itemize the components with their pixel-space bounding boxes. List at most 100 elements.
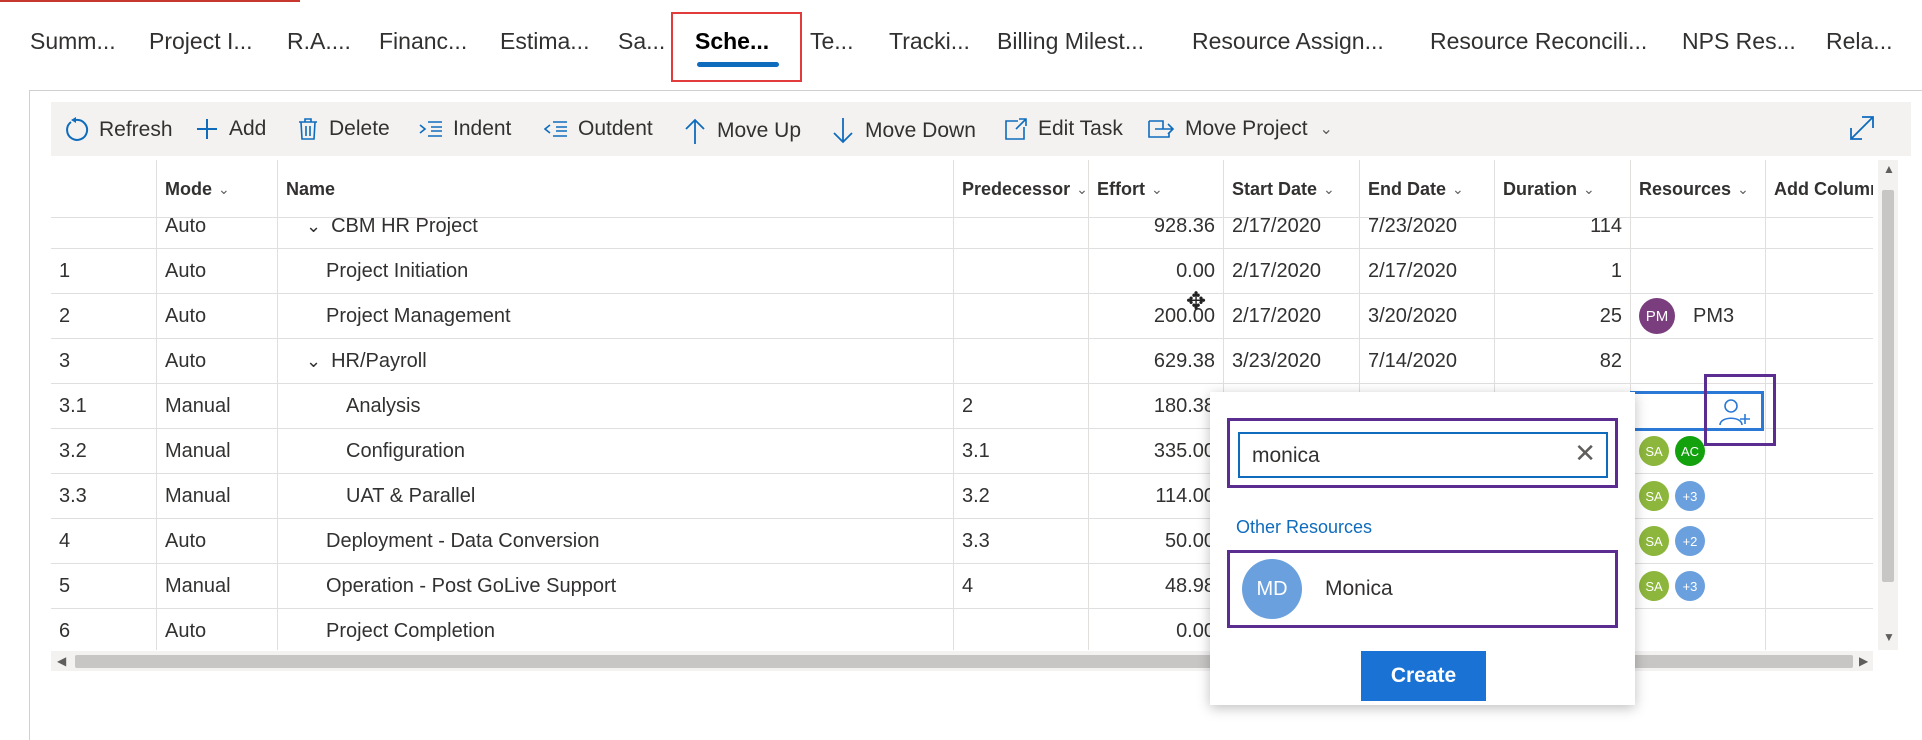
id-cell[interactable]: 3.3 [51, 474, 157, 518]
addcol-cell[interactable] [1766, 609, 1873, 650]
name-cell[interactable]: Analysis [278, 384, 954, 428]
pred-cell[interactable] [954, 609, 1089, 650]
mode-cell[interactable]: Auto [157, 609, 278, 650]
tab-10[interactable]: Resource Assign... [1192, 28, 1384, 55]
tab-0[interactable]: Summ... [30, 28, 116, 55]
pred-cell[interactable] [954, 294, 1089, 338]
res-cell[interactable]: SA +2 [1631, 519, 1766, 563]
outdent-button[interactable]: Outdent [544, 117, 653, 141]
end-cell[interactable]: 7/14/2020 [1360, 339, 1495, 383]
id-cell[interactable]: 3 [51, 339, 157, 383]
end-cell[interactable]: 3/20/2020 [1360, 294, 1495, 338]
tab-3[interactable]: Financ... [379, 28, 467, 55]
effort-cell[interactable]: 114.00 [1089, 474, 1224, 518]
more-resources-badge[interactable]: +3 [1675, 481, 1705, 511]
id-cell[interactable]: 3.2 [51, 429, 157, 473]
name-cell[interactable]: Project Initiation [278, 249, 954, 293]
table-row[interactable]: 2 Auto Project Management 200.00 2/17/2020 3/… [51, 294, 1873, 339]
duration-cell[interactable]: 114 [1495, 204, 1631, 248]
move-down-button[interactable]: Move Down [831, 117, 976, 145]
create-button[interactable]: Create [1361, 651, 1486, 701]
start-cell[interactable]: 2/17/2020 [1224, 204, 1360, 248]
expand-button[interactable] [1848, 114, 1886, 142]
name-cell[interactable]: ⌄ HR/Payroll [278, 339, 954, 383]
mode-cell[interactable]: Auto [157, 339, 278, 383]
res-cell[interactable] [1631, 204, 1766, 248]
pred-cell[interactable]: 3.2 [954, 474, 1089, 518]
resource-result-monica[interactable]: MD Monica [1227, 550, 1618, 628]
avatar[interactable]: SA [1639, 571, 1669, 601]
pred-cell[interactable]: 3.1 [954, 429, 1089, 473]
tab-13[interactable]: Rela... [1826, 28, 1892, 55]
avatar[interactable]: SA [1639, 481, 1669, 511]
tab-4[interactable]: Estima... [500, 28, 589, 55]
mode-cell[interactable]: Manual [157, 474, 278, 518]
pred-cell[interactable]: 4 [954, 564, 1089, 608]
avatar[interactable]: SA [1639, 526, 1669, 556]
pred-cell[interactable] [954, 204, 1089, 248]
id-cell[interactable]: 5 [51, 564, 157, 608]
mode-cell[interactable]: Manual [157, 384, 278, 428]
effort-cell[interactable]: 335.00 [1089, 429, 1224, 473]
addcol-cell[interactable] [1766, 339, 1873, 383]
pred-cell[interactable] [954, 339, 1089, 383]
delete-button[interactable]: Delete [297, 117, 390, 141]
move-project-button[interactable]: Move Project ⌄ [1147, 117, 1333, 141]
indent-button[interactable]: Indent [419, 117, 511, 141]
res-cell[interactable]: PM PM3 [1631, 294, 1766, 338]
name-cell[interactable]: Project Management [278, 294, 954, 338]
end-cell[interactable]: 2/17/2020 [1360, 249, 1495, 293]
vertical-scrollbar[interactable]: ▲ ▼ [1878, 160, 1898, 650]
effort-cell[interactable]: 50.00 [1089, 519, 1224, 563]
id-cell[interactable] [51, 204, 157, 248]
end-cell[interactable]: 7/23/2020 [1360, 204, 1495, 248]
scroll-right-arrow-icon[interactable]: ▶ [1859, 654, 1868, 668]
name-cell[interactable]: Configuration [278, 429, 954, 473]
mode-cell[interactable]: Manual [157, 564, 278, 608]
mode-cell[interactable]: Manual [157, 429, 278, 473]
addcol-cell[interactable] [1766, 384, 1873, 428]
tab-11[interactable]: Resource Reconcili... [1430, 28, 1647, 55]
addcol-cell[interactable] [1766, 474, 1873, 518]
scroll-left-arrow-icon[interactable]: ◀ [57, 654, 66, 668]
id-cell[interactable]: 6 [51, 609, 157, 650]
scroll-up-arrow-icon[interactable]: ▲ [1883, 162, 1895, 176]
res-cell[interactable] [1631, 249, 1766, 293]
name-cell[interactable]: ⌄ CBM HR Project [278, 204, 954, 248]
start-cell[interactable]: 2/17/2020 [1224, 294, 1360, 338]
duration-cell[interactable]: 25 [1495, 294, 1631, 338]
more-resources-badge[interactable]: +2 [1675, 526, 1705, 556]
add-button[interactable]: Add [195, 117, 266, 141]
avatar[interactable]: AC [1675, 436, 1705, 466]
res-cell[interactable] [1631, 609, 1766, 650]
effort-cell[interactable]: 629.38 [1089, 339, 1224, 383]
pred-cell[interactable]: 2 [954, 384, 1089, 428]
mode-cell[interactable]: Auto [157, 294, 278, 338]
tab-5[interactable]: Sa... [618, 28, 665, 55]
effort-cell[interactable]: 928.36 [1089, 204, 1224, 248]
tab-1[interactable]: Project I... [149, 28, 253, 55]
mode-cell[interactable]: Auto [157, 204, 278, 248]
start-cell[interactable]: 3/23/2020 [1224, 339, 1360, 383]
table-row[interactable]: 1 Auto Project Initiation 0.00 2/17/2020 2/17… [51, 249, 1873, 294]
table-row[interactable]: 3 Auto ⌄ HR/Payroll 629.38 3/23/2020 7/14/2020… [51, 339, 1873, 384]
effort-cell[interactable]: 180.38 [1089, 384, 1224, 428]
res-cell[interactable]: SA +3 [1631, 474, 1766, 518]
scroll-down-arrow-icon[interactable]: ▼ [1883, 630, 1895, 644]
addcol-cell[interactable] [1766, 249, 1873, 293]
addcol-cell[interactable] [1766, 564, 1873, 608]
id-cell[interactable]: 3.1 [51, 384, 157, 428]
collapse-chevron-icon[interactable]: ⌄ [306, 351, 321, 372]
duration-cell[interactable]: 1 [1495, 249, 1631, 293]
collapse-chevron-icon[interactable]: ⌄ [306, 216, 321, 237]
id-cell[interactable]: 1 [51, 249, 157, 293]
tab-2[interactable]: R.A.... [287, 28, 351, 55]
tab-7[interactable]: Te... [810, 28, 853, 55]
name-cell[interactable]: Deployment - Data Conversion [278, 519, 954, 563]
avatar[interactable]: SA [1639, 436, 1669, 466]
addcol-cell[interactable] [1766, 519, 1873, 563]
name-cell[interactable]: Project Completion [278, 609, 954, 650]
pred-cell[interactable]: 3.3 [954, 519, 1089, 563]
tab-9[interactable]: Billing Milest... [997, 28, 1144, 55]
tab-12[interactable]: NPS Res... [1682, 28, 1796, 55]
